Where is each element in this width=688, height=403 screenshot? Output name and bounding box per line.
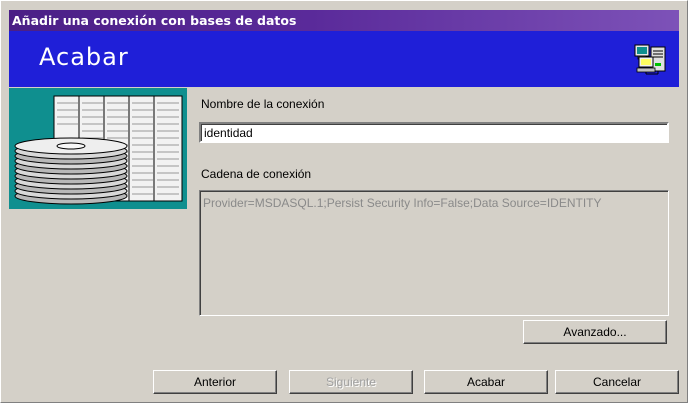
wizard-step-title: Acabar — [39, 43, 129, 71]
database-stack-icon — [14, 95, 183, 205]
connection-string-textarea[interactable]: Provider=MSDASQL.1;Persist Security Info… — [199, 190, 669, 316]
advanced-button[interactable]: Avanzado... — [523, 320, 667, 344]
network-computers-icon — [634, 44, 666, 75]
dialog-window: Añadir una conexión con bases de datos A… — [0, 0, 688, 403]
connection-name-label: Nombre de la conexión — [201, 97, 325, 111]
database-illustration — [9, 88, 187, 209]
connection-name-input[interactable]: identidad — [199, 122, 669, 143]
next-button: Siguiente — [289, 370, 413, 394]
title-bar: Añadir una conexión con bases de datos — [9, 10, 679, 31]
back-button[interactable]: Anterior — [153, 370, 277, 394]
connection-string-label: Cadena de conexión — [201, 167, 312, 181]
wizard-header: Acabar — [9, 31, 679, 87]
finish-button[interactable]: Acabar — [424, 370, 548, 394]
cancel-button[interactable]: Cancelar — [555, 370, 679, 394]
